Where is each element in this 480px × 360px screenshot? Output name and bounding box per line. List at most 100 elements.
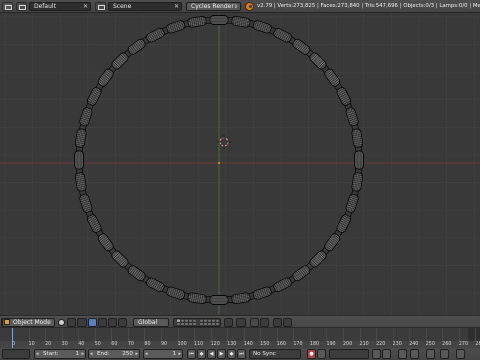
ruler-tick-label: 30 — [61, 328, 68, 347]
insert-keyframe-icon[interactable] — [372, 349, 381, 359]
increment-arrow-icon[interactable]: ▸ — [135, 350, 138, 358]
ruler-tick-label: 90 — [160, 328, 168, 347]
decrement-arrow-icon[interactable]: ◂ — [145, 350, 148, 358]
pivot-point-icon[interactable] — [77, 318, 87, 327]
ring-segment — [324, 233, 341, 252]
play-reverse-icon[interactable]: ◀ — [207, 349, 216, 359]
end-frame-field[interactable]: ◂ End: 250 ▸ — [88, 349, 140, 359]
end-frame-value: 250 — [122, 351, 133, 357]
scene-frames-icon[interactable] — [440, 349, 449, 359]
ring-segment — [345, 107, 359, 127]
current-frame-field[interactable]: ◂ 1 ▸ — [143, 349, 183, 359]
record-icon[interactable]: ● — [307, 349, 316, 359]
ring-segment — [209, 15, 229, 25]
layers-icon[interactable] — [176, 319, 222, 326]
current-frame-indicator[interactable] — [12, 328, 13, 348]
ring-segment — [354, 150, 364, 170]
scale-manipulator-icon[interactable] — [118, 318, 127, 327]
start-frame-field[interactable]: ◂ Start: 1 ▸ — [34, 349, 86, 359]
ruler-tick-label: 100 — [177, 328, 187, 347]
key-filter-icon[interactable] — [410, 349, 419, 359]
keying-set-icon[interactable] — [317, 349, 326, 359]
ruler-tick-label: 230 — [392, 328, 402, 347]
next-keyframe-icon[interactable]: ◆ — [227, 349, 236, 359]
scene-selector[interactable]: Scene ✕ — [108, 2, 182, 11]
increment-arrow-icon[interactable]: ▸ — [178, 350, 181, 358]
editor-type-menu-icon[interactable] — [2, 2, 13, 11]
ruler-tick-label: 280 — [475, 328, 480, 348]
translate-manipulator-icon[interactable] — [98, 318, 107, 327]
ring-segment — [252, 286, 272, 300]
ring-segment — [187, 15, 207, 28]
ring-segment — [166, 20, 186, 34]
close-scene-icon[interactable]: ✕ — [174, 3, 179, 10]
render-engine-select[interactable]: Cycles Render ⇕ — [186, 2, 241, 11]
ring-segment — [146, 277, 165, 293]
object-mode-icon — [4, 319, 10, 325]
ruler-tick-label: 160 — [276, 328, 286, 347]
ring-segment — [74, 150, 84, 170]
timeline-header: ◂ Start: 1 ▸ ◂ End: 250 ▸ ◂ 1 ▸ ⏮ ◆ ◀ ▶ … — [0, 348, 480, 360]
manipulator-toggle-icon[interactable] — [88, 318, 97, 327]
screen-layout-icon[interactable] — [16, 2, 27, 11]
timeline-editor-menu[interactable] — [2, 349, 30, 359]
viewport-shading-dropdown[interactable] — [67, 318, 76, 327]
ruler-tick-label: 170 — [293, 328, 303, 347]
opengl-animation-icon[interactable] — [283, 318, 292, 327]
ruler-tick-label: 250 — [425, 328, 435, 347]
play-icon[interactable]: ▶ — [217, 349, 226, 359]
transform-orientation-label: Global — [138, 319, 158, 326]
prev-keyframe-icon[interactable]: ◆ — [197, 349, 206, 359]
ring-segment — [86, 214, 102, 233]
ruler-tick-label: 20 — [45, 328, 52, 347]
object-origin-dot — [218, 162, 220, 164]
ring-segment — [351, 172, 364, 192]
timeline-ruler[interactable]: 0 10 20 30 40 50 60 70 80 90 100 110 120 130 140 150 160… — [0, 328, 480, 348]
keying-set-select[interactable] — [329, 349, 369, 359]
select-arrows-icon: ⇕ — [233, 4, 238, 10]
ruler-tick-label: 40 — [78, 328, 85, 347]
3d-viewport[interactable] — [0, 14, 480, 315]
ruler-tick-label: 110 — [194, 328, 204, 347]
ring-segment — [336, 87, 352, 106]
sync-mode-select[interactable]: No Sync — [249, 349, 301, 359]
decrement-arrow-icon[interactable]: ◂ — [36, 350, 39, 358]
ruler-tick-label: 120 — [210, 328, 220, 347]
close-layout-icon[interactable]: ✕ — [83, 3, 88, 10]
snap-element-icon[interactable] — [260, 318, 269, 327]
view-all-icon[interactable] — [426, 349, 435, 359]
solid-sphere-icon[interactable] — [58, 319, 65, 326]
scene-icon[interactable] — [95, 2, 106, 11]
ring-segment — [209, 295, 229, 305]
ring-segment — [86, 87, 102, 106]
ruler-tick-label: 180 — [309, 328, 320, 347]
increment-arrow-icon[interactable]: ▸ — [81, 350, 84, 358]
decrement-arrow-icon[interactable]: ◂ — [90, 350, 93, 358]
screen-layout-name: Default — [34, 3, 56, 10]
magnet-icon[interactable] — [250, 318, 259, 327]
rotate-manipulator-icon[interactable] — [108, 318, 117, 327]
ring-segment — [336, 214, 352, 233]
sync-mode-label: No Sync — [253, 351, 276, 357]
ring-segment — [273, 27, 292, 43]
ring-segment — [292, 265, 311, 282]
proportional-editing-icon[interactable] — [236, 318, 246, 327]
start-frame-label: Start: — [43, 351, 59, 357]
jump-end-icon[interactable]: ⏭ — [237, 349, 246, 359]
ruler-tick-label: 130 — [227, 328, 237, 347]
transform-orientation-select[interactable]: Global — [133, 318, 169, 327]
delete-keyframe-icon[interactable] — [382, 349, 391, 359]
screen-layout-selector[interactable]: Default ✕ — [29, 2, 91, 11]
audio-scrubbing-icon[interactable] — [398, 349, 407, 359]
ring-segment — [252, 20, 272, 34]
jump-start-icon[interactable]: ⏮ — [187, 349, 196, 359]
ruler-tick-label: 140 — [243, 328, 253, 347]
layers-grid[interactable] — [173, 318, 221, 327]
viewport-canvas[interactable] — [0, 14, 480, 315]
ruler-tick-label: 270 — [458, 328, 468, 347]
ruler-tick-label: 260 — [442, 328, 452, 347]
lock-camera-icon[interactable] — [224, 318, 233, 327]
playback-options-icon[interactable] — [456, 349, 465, 359]
opengl-render-icon[interactable] — [273, 318, 282, 327]
timeline-editor[interactable]: 0 10 20 30 40 50 60 70 80 90 100 110 120 130 140 150 160… — [0, 328, 480, 348]
